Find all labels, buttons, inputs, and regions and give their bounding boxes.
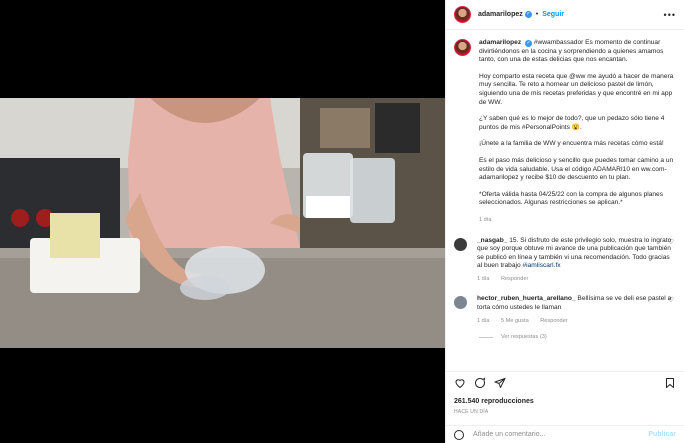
caption: adamarilopez ✓ #wwambassador Es momento … [454, 39, 676, 225]
avatar[interactable] [454, 6, 471, 23]
comment-meta: 1 día 5 Me gusta Responder [477, 317, 676, 326]
timestamp[interactable]: 1 día [477, 318, 489, 324]
more-options-icon[interactable]: ••• [664, 10, 676, 20]
hashtag-link[interactable]: #iamliscarl.fx [522, 262, 560, 269]
caption-paragraph: *Oferta válida hasta 04/25/22 con la com… [479, 190, 664, 207]
comment-text: 15. Si disfruto de este privilegio solo,… [477, 236, 672, 270]
avatar[interactable] [454, 39, 471, 56]
post-actions: 261.540 reproducciones HACE UN DÍA [446, 371, 684, 419]
post-header: adamarilopez ✓ • Seguir ••• [446, 0, 684, 30]
follow-button[interactable]: Seguir [542, 11, 564, 18]
emoji-icon[interactable] [454, 429, 464, 440]
caption-paragraph: Hoy comparto esta receta que @ww me ayud… [479, 72, 674, 106]
comment-icon[interactable] [474, 377, 486, 389]
avatar[interactable] [454, 237, 467, 251]
bookmark-icon[interactable] [664, 377, 676, 389]
like-comment-icon[interactable]: ♡ [668, 239, 674, 248]
caption-username[interactable]: adamarilopez [479, 39, 521, 46]
publish-button[interactable]: Publicar [648, 431, 676, 438]
avatar[interactable] [454, 296, 467, 310]
caption-paragraph: ¿Y saben qué es lo mejor de todo?, que u… [479, 115, 665, 131]
separator-dot: • [535, 11, 539, 18]
caption-meta: 1 día [479, 216, 676, 225]
username[interactable]: adamarilopez [478, 11, 523, 18]
comment: hector_ruben_huerta_arellano_ Bellísima … [454, 295, 676, 325]
add-comment-bar: Añade un comentario... Publicar [446, 425, 684, 443]
comment-meta: 1 día Responder [477, 275, 676, 284]
comments-list[interactable]: adamarilopez ✓ #wwambassador Es momento … [446, 31, 684, 371]
reply-button[interactable]: Responder [501, 276, 528, 282]
verified-icon: ✓ [524, 11, 532, 18]
share-icon[interactable] [494, 377, 506, 389]
video-frame[interactable] [0, 98, 445, 348]
timestamp[interactable]: 1 día [479, 217, 491, 223]
verified-icon: ✓ [525, 40, 532, 47]
likes-count[interactable]: 5 Me gusta [501, 318, 529, 324]
post-date: HACE UN DÍA [454, 409, 489, 415]
video-player[interactable] [0, 0, 445, 443]
view-replies-button[interactable]: Ver respuestas (3) [479, 333, 676, 342]
like-comment-icon[interactable]: ♡ [668, 297, 674, 306]
timestamp[interactable]: 1 día [477, 276, 489, 282]
comment-username[interactable]: _nasgab_ [477, 237, 507, 244]
post-sidebar: adamarilopez ✓ • Seguir ••• adamarilopez… [445, 0, 684, 443]
comment-input[interactable]: Añade un comentario... [473, 431, 545, 438]
views-count[interactable]: 261.540 reproducciones [454, 398, 676, 405]
caption-paragraph: ¡Únete a la familia de WW y encuentra má… [479, 140, 664, 148]
caption-paragraph: Es el paso más delicioso y sencillo que … [479, 156, 674, 182]
heart-icon[interactable] [454, 377, 466, 389]
reply-button[interactable]: Responder [540, 318, 567, 324]
comment: _nasgab_ 15. Si disfruto de este privile… [454, 237, 676, 284]
comment-username[interactable]: hector_ruben_huerta_arellano_ [477, 295, 576, 302]
